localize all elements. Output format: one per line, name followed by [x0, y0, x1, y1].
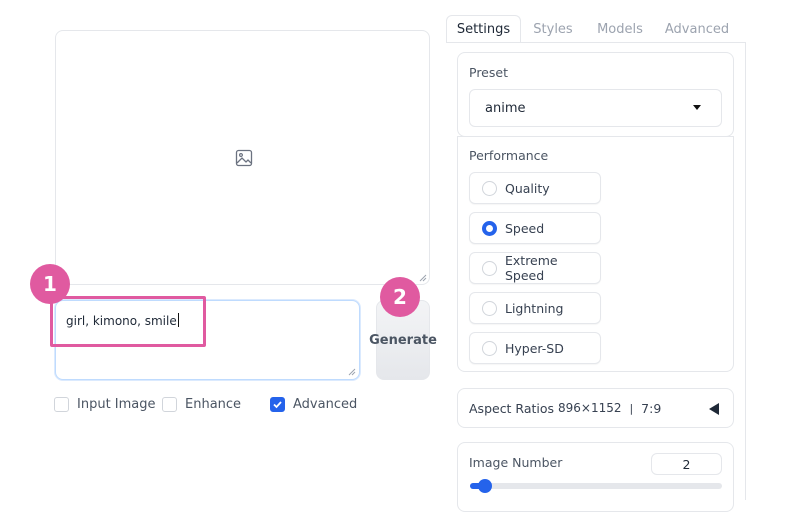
aspect-ratios-accordion[interactable]: Aspect Ratios 896×1152 | 7:9 [457, 388, 734, 428]
advanced-option[interactable]: Advanced [270, 397, 357, 412]
preset-dropdown[interactable]: anime [469, 89, 722, 127]
aspect-ratios-separator: | [629, 401, 634, 415]
preset-label: Preset [469, 65, 508, 80]
image-number-card: Image Number 2 [457, 442, 734, 512]
performance-option-hyper-sd[interactable]: Hyper-SD [469, 332, 601, 364]
input-image-label: Input Image [77, 397, 156, 412]
advanced-label: Advanced [293, 397, 358, 412]
aspect-ratios-label: Aspect Ratios [469, 400, 555, 416]
tab-settings-label: Settings [456, 22, 511, 37]
image-number-value: 2 [682, 456, 691, 472]
radio-button[interactable] [482, 260, 497, 276]
tab-models[interactable]: Models [590, 15, 650, 43]
prompt-input[interactable]: girl, kimono, smile [55, 300, 360, 380]
radio-button[interactable] [482, 180, 497, 196]
performance-option-quality[interactable]: Quality [469, 172, 601, 204]
chevron-down-icon [693, 105, 701, 110]
performance-option-label: Extreme Speed [505, 253, 558, 283]
performance-option-extreme-speed[interactable]: Extreme Speed [469, 252, 601, 284]
slider-thumb[interactable] [478, 479, 493, 493]
enhance-checkbox[interactable] [162, 397, 177, 412]
preset-value: anime [485, 100, 526, 116]
resize-handle-icon[interactable] [419, 274, 427, 282]
text-caret [177, 313, 179, 327]
image-output-panel[interactable] [55, 30, 430, 285]
radio-button[interactable] [482, 300, 497, 316]
generate-label: Generate [369, 332, 437, 348]
panel-border [745, 42, 746, 500]
radio-button-selected[interactable] [482, 220, 497, 236]
callout-badge-1: 1 [30, 264, 70, 304]
performance-option-label: Hyper-SD [505, 340, 564, 356]
image-number-slider[interactable] [470, 483, 722, 489]
checkmark-icon [273, 401, 282, 409]
callout-1-text: 1 [43, 272, 57, 296]
image-number-label: Image Number [469, 455, 563, 470]
performance-label: Performance [469, 148, 549, 163]
enhance-option[interactable]: Enhance [162, 397, 241, 412]
tab-advanced-label: Advanced [664, 21, 730, 37]
tab-advanced[interactable]: Advanced [660, 15, 734, 43]
input-image-checkbox[interactable] [54, 397, 69, 412]
image-number-input[interactable]: 2 [651, 453, 722, 475]
tab-models-label: Models [597, 21, 643, 37]
input-image-option[interactable]: Input Image [54, 397, 156, 412]
collapse-arrow-icon[interactable] [709, 403, 719, 415]
radio-button[interactable] [482, 340, 497, 356]
callout-2-text: 2 [393, 285, 407, 309]
prompt-value: girl, kimono, smile [66, 314, 177, 328]
performance-option-label: Lightning [505, 300, 564, 316]
resize-handle-icon[interactable] [348, 368, 356, 376]
performance-option-label: Quality [505, 180, 550, 196]
image-icon [235, 149, 253, 167]
advanced-checkbox[interactable] [270, 397, 285, 412]
tab-styles-label: Styles [533, 21, 573, 37]
enhance-label: Enhance [185, 397, 242, 412]
callout-badge-2: 2 [380, 277, 420, 317]
preset-card: Preset anime [457, 52, 734, 137]
performance-option-label: Speed [505, 220, 545, 236]
tab-divider [446, 42, 746, 43]
performance-option-speed[interactable]: Speed [469, 212, 601, 244]
aspect-ratios-ratio: 7:9 [641, 400, 662, 416]
tab-styles[interactable]: Styles [524, 15, 582, 43]
tab-settings[interactable]: Settings [446, 15, 521, 43]
prompt-text: girl, kimono, smile [66, 313, 179, 328]
performance-card: Performance Quality Speed Extreme Speed … [457, 136, 734, 372]
aspect-ratios-value: 896×1152 [558, 401, 622, 415]
performance-option-lightning[interactable]: Lightning [469, 292, 601, 324]
